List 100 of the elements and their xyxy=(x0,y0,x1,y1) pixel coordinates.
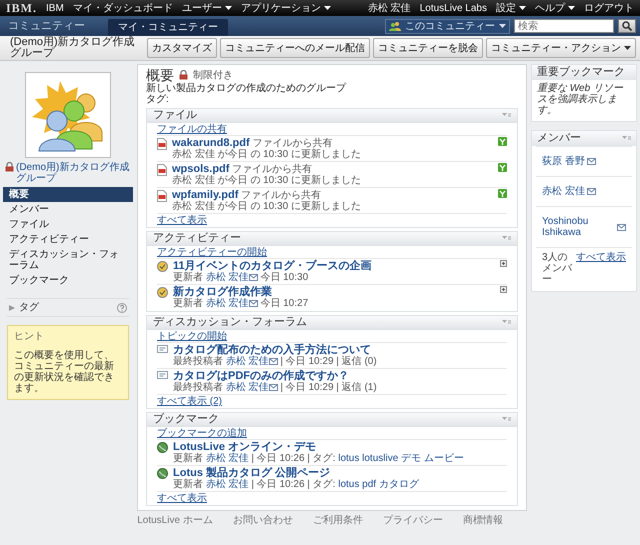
sidebar-nav-item[interactable]: アクティビティー xyxy=(3,232,133,247)
footer-link[interactable]: LotusLive ホーム xyxy=(137,515,213,526)
scope-dropdown[interactable]: このコミュニティー xyxy=(385,18,510,34)
member-link[interactable]: Yoshinobu Ishikawa xyxy=(542,216,615,238)
action-link[interactable]: ブックマークの追加 xyxy=(157,428,247,439)
top-menu-item[interactable]: ヘルプ xyxy=(535,2,575,14)
author-link[interactable]: 赤松 宏佳 xyxy=(226,382,269,393)
widget-title: ブックマーク xyxy=(153,414,219,425)
top-menu-item[interactable]: LotusLive Labs xyxy=(420,2,487,14)
card-title: 重要ブックマーク xyxy=(537,67,625,78)
top-menu-item[interactable]: マイ・ダッシュボード xyxy=(72,2,173,14)
mail-icon xyxy=(617,224,626,230)
sidebar-nav-item[interactable]: 概要 xyxy=(3,187,133,202)
footer-link[interactable]: プライバシー xyxy=(382,515,443,526)
shared-icon xyxy=(498,189,507,198)
file-link[interactable]: wakarund8.pdf xyxy=(172,137,250,149)
collapse-icon xyxy=(502,320,511,325)
sidebar-nav-item[interactable]: ブックマーク xyxy=(3,273,133,288)
tag-link[interactable]: pdf xyxy=(362,479,376,490)
widget-title: ディスカッション・フォーラム xyxy=(153,317,307,328)
action-link[interactable]: トピックの開始 xyxy=(157,331,227,342)
top-menu-item[interactable]: 赤松 宏佳 xyxy=(368,2,411,14)
search-icon xyxy=(622,21,632,31)
action-button[interactable]: コミュニティー・アクション xyxy=(486,38,636,58)
tag-link[interactable]: lotuslive xyxy=(362,453,398,464)
tag-link[interactable]: lotus xyxy=(338,453,360,464)
tag-link[interactable]: デモ xyxy=(401,453,422,464)
share-source: ファイルから共有 xyxy=(232,164,312,175)
view-all-link[interactable]: すべて表示 xyxy=(157,491,507,504)
mail-icon xyxy=(268,358,278,365)
activity-link[interactable]: 新カタログ作成作業 xyxy=(173,286,272,298)
share-source: ファイルから共有 xyxy=(241,190,322,201)
tags-label: タグ: xyxy=(146,94,170,105)
bookmark-link[interactable]: LotusLive オンライン・デモ xyxy=(173,441,316,453)
tags-toggle[interactable]: タグ xyxy=(19,302,113,313)
view-all-link[interactable]: すべて表示 xyxy=(576,252,626,285)
people-icon xyxy=(389,21,401,31)
collapse-icon xyxy=(502,113,511,118)
topic-link[interactable]: カタログ配布のための入手方法について xyxy=(173,344,371,356)
help-icon xyxy=(117,302,127,312)
sidebar-nav-item[interactable]: ディスカッション・フォーラム xyxy=(3,247,133,273)
top-menu-item[interactable]: 設定 xyxy=(496,2,526,14)
author-link[interactable]: 赤松 宏佳 xyxy=(206,479,249,490)
update-info: 更新者 赤松 宏佳 今日 10:27 xyxy=(173,298,310,309)
member-link[interactable]: 荻原 香野 xyxy=(542,156,585,167)
ibm-logo: IBM. xyxy=(6,0,37,16)
post-info: 最終投稿者 赤松 宏佳 | 今日 10:29 | 返信 (1) xyxy=(173,382,378,393)
top-menu-item[interactable]: ログアウト xyxy=(584,2,634,14)
widget-title: ファイル xyxy=(153,110,197,121)
topic-link[interactable]: カタログはPDFのみの作成ですか？ xyxy=(173,370,349,382)
sidebar-nav-item[interactable]: メンバー xyxy=(3,202,133,217)
author-link[interactable]: 赤松 宏佳 xyxy=(206,272,249,283)
view-all-link[interactable]: すべて表示 (2) xyxy=(157,394,507,407)
top-menu-item[interactable]: ユーザー xyxy=(182,2,232,14)
tag-link[interactable]: ムービー xyxy=(424,453,464,464)
community-description: 新しい製品カタログの作成のためのグループ xyxy=(146,83,348,94)
community-tab[interactable]: マイ・コミュニティー xyxy=(108,19,228,36)
community-name-link[interactable]: (Demo用)新カタログ作成グループ xyxy=(16,162,131,184)
bookmark-link[interactable]: Lotus 製品カタログ 公開ページ xyxy=(173,467,330,479)
action-link[interactable]: アクティビティーの開始 xyxy=(157,247,267,258)
footer-link[interactable]: 商標情報 xyxy=(462,515,503,526)
activity-icon xyxy=(157,261,168,272)
file-link[interactable]: wpsols.pdf xyxy=(172,163,230,175)
activity-link[interactable]: 11月イベントのカタログ・ブースの企画 xyxy=(173,260,372,272)
card-title: メンバー xyxy=(537,133,581,144)
action-button[interactable]: コミュニティーへのメール配信 xyxy=(220,38,370,58)
tag-link[interactable]: lotus xyxy=(338,479,360,490)
author-link[interactable]: 赤松 宏佳 xyxy=(206,298,249,309)
globe-icon xyxy=(157,442,168,453)
member-link[interactable]: 赤松 宏佳 xyxy=(542,186,585,197)
author-link[interactable]: 赤松 宏佳 xyxy=(226,356,269,367)
caret-icon xyxy=(624,46,631,50)
lock-icon xyxy=(5,162,14,172)
action-link[interactable]: ファイルの共有 xyxy=(157,124,227,135)
member-count: 3人のメンバー xyxy=(542,252,572,285)
search-field[interactable]: 検索 xyxy=(514,19,614,33)
share-source: ファイルから共有 xyxy=(252,138,332,149)
caret-icon xyxy=(568,6,575,10)
top-menu-item[interactable]: アプリケーション xyxy=(240,2,331,14)
tag-link[interactable]: カタログ xyxy=(378,479,419,490)
footer-link[interactable]: ご利用条件 xyxy=(312,515,363,526)
search-button[interactable] xyxy=(618,19,636,33)
pdf-file-icon xyxy=(157,164,167,176)
view-all-link[interactable]: すべて表示 xyxy=(157,213,507,226)
action-button[interactable]: カスタマイズ xyxy=(147,38,217,58)
author-link[interactable]: 赤松 宏佳 xyxy=(206,453,249,464)
file-link[interactable]: wpfamily.pdf xyxy=(172,189,238,201)
overview-title: 概要 xyxy=(146,67,174,83)
update-info: 更新者 赤松 宏佳 今日 10:30 xyxy=(173,272,310,283)
top-menu-item[interactable]: IBM xyxy=(46,2,64,14)
topic-icon xyxy=(157,371,168,381)
mail-icon xyxy=(248,274,258,281)
caret-icon xyxy=(224,6,232,10)
shared-icon xyxy=(498,163,507,172)
sidebar-nav-item[interactable]: ファイル xyxy=(3,217,133,232)
action-button[interactable]: コミュニティーを脱会 xyxy=(373,38,483,58)
footer-link[interactable]: お問い合わせ xyxy=(232,515,293,526)
caret-icon xyxy=(499,24,506,28)
shared-icon xyxy=(498,137,507,146)
access-label: 制限付き xyxy=(193,70,233,80)
